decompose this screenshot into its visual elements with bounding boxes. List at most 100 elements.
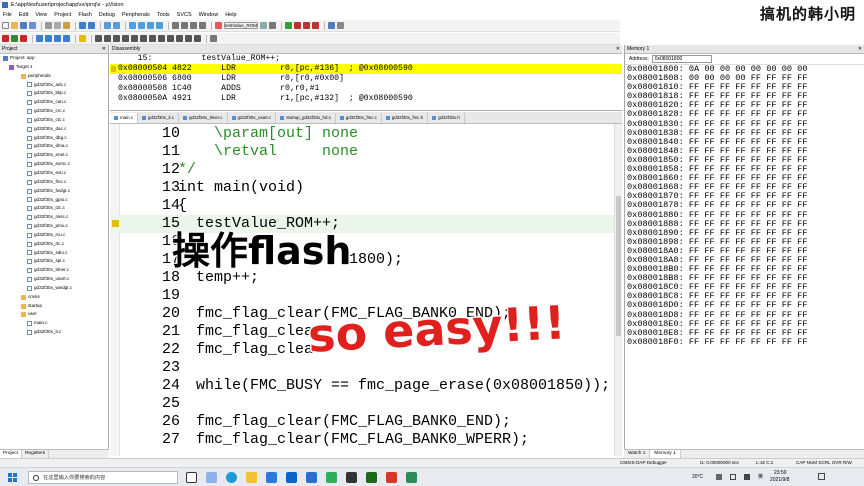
code-line[interactable]: 10 \param[out] none (110, 125, 614, 143)
analysis-window-icon[interactable] (167, 35, 174, 42)
close-icon[interactable]: ✕ (616, 45, 620, 54)
tree-file[interactable]: gd32f30x_exti.c (0, 169, 108, 178)
registers-window-icon[interactable] (122, 35, 129, 42)
tree-file[interactable]: gd32f30x_ctc.c (0, 116, 108, 125)
uvision-taskbar-icon[interactable] (406, 472, 417, 483)
tree-file[interactable]: gd32f30x_dac.c (0, 125, 108, 134)
menu-file[interactable]: File (3, 12, 12, 18)
app-icon-1[interactable] (306, 472, 317, 483)
file-tab[interactable]: gd32f30x_usart.c (228, 113, 277, 123)
tree-file[interactable]: gd32f30x_usart.c (0, 275, 108, 284)
file-tab[interactable]: startup_gd32f30x_hd.s (276, 113, 336, 123)
scrollbar-thumb[interactable] (616, 196, 621, 336)
code-line[interactable]: 24 while(FMC_BUSY == fmc_page_erase(0x08… (110, 377, 614, 395)
tree-file[interactable]: gd32f30x_bkp.c (0, 89, 108, 98)
app-icon-2[interactable] (346, 472, 357, 483)
tree-file[interactable]: gd32f30x_timer.c (0, 266, 108, 275)
open-file-icon[interactable] (11, 22, 18, 29)
step-out-icon[interactable] (54, 35, 61, 42)
tree-file[interactable]: gd32f30x_pmu.c (0, 222, 108, 231)
file-tab[interactable]: gd32f30x_it.c (138, 113, 180, 123)
system-viewer-icon[interactable] (185, 35, 192, 42)
trace-window-icon[interactable] (176, 35, 183, 42)
menu-flash[interactable]: Flash (78, 12, 91, 18)
tree-item-project-root[interactable]: Project: app (0, 54, 108, 63)
notifications-icon[interactable] (818, 473, 825, 480)
tree-file[interactable]: gd32f30x_i2c.c (0, 204, 108, 213)
search-combo[interactable]: testValue_ROM (224, 22, 258, 29)
disassembly-row[interactable]: 0x08000506 6800 LDR r0,[r0,#0x00] (110, 74, 622, 84)
disassembly-window-icon[interactable] (104, 35, 111, 42)
volume-icon[interactable] (744, 474, 750, 480)
tree-file[interactable]: gd32f30x_fmc.c (0, 178, 108, 187)
menu-window[interactable]: Window (199, 12, 219, 18)
tree-file[interactable]: gd32f30x_rtc.c (0, 240, 108, 249)
disassembly-row[interactable]: 15: testValue_ROM++; (110, 54, 622, 64)
tree-file[interactable]: main.c (0, 319, 108, 328)
code-line[interactable]: 25 (110, 395, 614, 413)
breakpoint-icon[interactable] (294, 22, 301, 29)
tree-file[interactable]: gd32f30x_wwdgt.c (0, 284, 108, 293)
widgets-icon[interactable] (206, 472, 217, 483)
code-line[interactable]: 27 fmc_flag_clear(FMC_FLAG_BANK0_WPERR); (110, 431, 614, 449)
disassembly-current-row[interactable]: 0x08000504 4822 LDR r0,[pc,#136] ; @0x08… (110, 64, 622, 74)
tab-watch-1[interactable]: Watch 1 (624, 450, 651, 458)
menu-debug[interactable]: Debug (99, 12, 115, 18)
window-layout-icon[interactable] (328, 22, 335, 29)
find-icon[interactable] (260, 22, 267, 29)
store-icon[interactable] (266, 472, 277, 483)
menu-help[interactable]: Help (225, 12, 236, 18)
file-tab[interactable]: main.c (110, 113, 138, 123)
tree-file[interactable]: gd32f30x_can.c (0, 98, 108, 107)
editor-vertical-scrollbar[interactable] (614, 124, 622, 456)
clock-date[interactable]: 2021/9/8 (770, 477, 789, 483)
menu-peripherals[interactable]: Peripherals (122, 12, 150, 18)
configure-icon[interactable] (337, 22, 344, 29)
network-icon[interactable] (730, 474, 736, 480)
nav-forward-icon[interactable] (113, 22, 120, 29)
tree-folder[interactable]: user (0, 310, 108, 319)
disassembly-row[interactable]: 0x0800050A 4921 LDR r1,[pc,#132] ; @0x08… (110, 94, 622, 104)
tree-file[interactable]: gd32f30x_crc.c (0, 107, 108, 116)
file-tab[interactable]: gd32f30x.h (428, 113, 465, 123)
new-file-icon[interactable] (2, 22, 9, 29)
show-hidden-icons-icon[interactable] (716, 474, 722, 480)
clock-time[interactable]: 23:50 (774, 470, 787, 476)
tab-registers[interactable]: Registers (22, 450, 50, 458)
redo-icon[interactable] (88, 22, 95, 29)
task-view-icon[interactable] (186, 472, 197, 483)
windows-start-icon[interactable] (8, 473, 18, 483)
file-tab[interactable]: gd32f30x_timer.c (179, 113, 228, 123)
stop-icon[interactable] (20, 35, 27, 42)
edge-browser-icon[interactable] (226, 472, 237, 483)
paste-icon[interactable] (63, 22, 70, 29)
code-line[interactable]: 23 (110, 359, 614, 377)
close-icon[interactable]: ✕ (102, 45, 106, 54)
memory-row[interactable]: 0x080018F0: FF FF FF FF FF FF FF FF (625, 337, 864, 347)
file-explorer-icon[interactable] (246, 472, 257, 483)
memory-address-input[interactable]: 0x08001800 (651, 55, 712, 63)
menu-view[interactable]: View (35, 12, 47, 18)
toolbox-icon[interactable] (194, 35, 201, 42)
undo-icon[interactable] (79, 22, 86, 29)
tree-file[interactable]: gd32f30x_spi.c (0, 257, 108, 266)
tab-memory-1[interactable]: Memory 1 (650, 450, 681, 458)
disable-breakpoint-icon[interactable] (303, 22, 310, 29)
disassembly-row[interactable]: 0x08000508 1C40 ADDS r0,r0,#1 (110, 84, 622, 94)
cut-icon[interactable] (45, 22, 52, 29)
ime-indicator[interactable]: 英 (758, 473, 763, 480)
watch-window-icon[interactable] (140, 35, 147, 42)
comment-icon[interactable] (190, 22, 197, 29)
save-all-icon[interactable] (29, 22, 36, 29)
close-icon[interactable]: ✕ (858, 45, 862, 54)
menu-project[interactable]: Project (54, 12, 71, 18)
tree-file[interactable]: gd32f30x_adc.c (0, 81, 108, 90)
code-line[interactable]: 14{ (110, 197, 614, 215)
symbols-window-icon[interactable] (113, 35, 120, 42)
show-next-statement-icon[interactable] (79, 35, 86, 42)
tree-file[interactable]: gd32f30x_gpio.c (0, 196, 108, 205)
kill-breakpoints-icon[interactable] (312, 22, 319, 29)
tree-folder[interactable]: cmsis (0, 293, 108, 302)
wechat-icon[interactable] (326, 472, 337, 483)
tree-file[interactable]: gd32f30x_misc.c (0, 213, 108, 222)
